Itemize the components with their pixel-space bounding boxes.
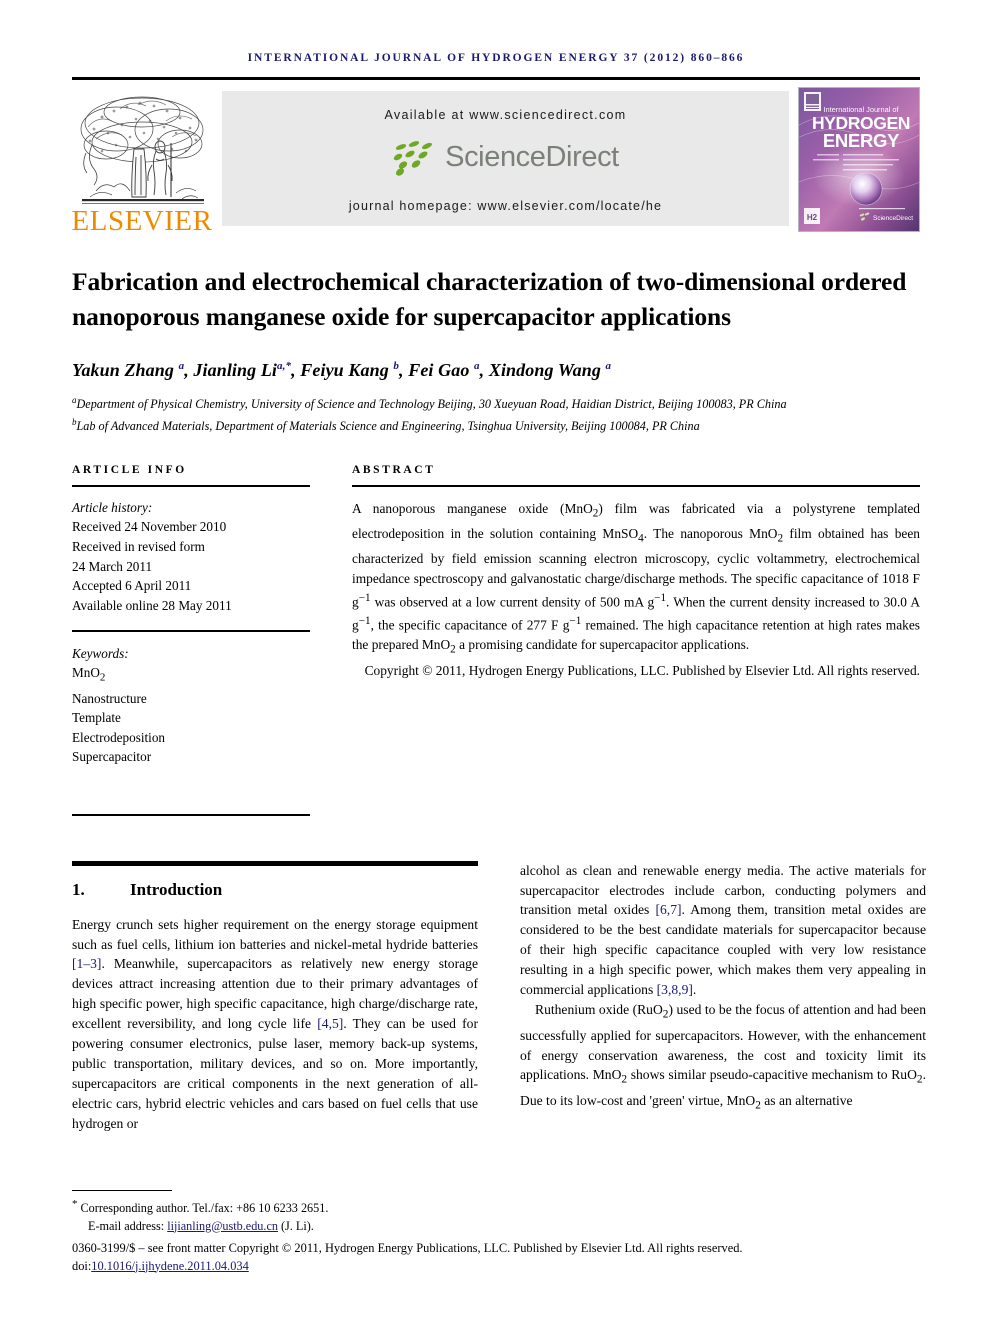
intro-left-text: Energy crunch sets higher requirement on… — [72, 916, 479, 1131]
doi-link[interactable]: 10.1016/j.ijhydene.2011.04.034 — [91, 1259, 249, 1273]
intro-right-paragraph-1: alcohol as clean and renewable energy me… — [520, 862, 927, 998]
footnote-divider — [72, 1189, 172, 1191]
running-head: International Journal of Hydrogen Energy… — [247, 52, 745, 64]
abstract-text: A nanoporous manganese oxide (MnO2) film… — [352, 500, 921, 656]
journal-cover-art: International Journal of HYDROGEN ENERGY… — [799, 88, 919, 231]
elsevier-tree-icon: ELSEVIER — [72, 87, 213, 234]
history-item: Accepted 6 April 2011 — [72, 578, 192, 594]
sciencedirect-leaf-icon — [393, 141, 433, 176]
keyword-item: Supercapacitor — [72, 749, 152, 765]
elsevier-logo: ELSEVIER — [72, 87, 213, 234]
doi-prefix: doi: — [72, 1258, 92, 1273]
svg-text:H2: H2 — [807, 213, 818, 222]
journal-homepage-text: journal homepage: www.elsevier.com/locat… — [348, 199, 663, 213]
section-title: Introduction — [130, 879, 223, 899]
affiliation-a-text: Department of Physical Chemistry, Univer… — [76, 397, 787, 412]
email-link[interactable]: lijianling@ustb.edu.cn — [167, 1219, 278, 1233]
keyword-item: MnO2 — [72, 665, 106, 685]
keywords-list: Keywords: MnO2 Nanostructure Template El… — [72, 644, 310, 767]
section-heading: 1. Introduction — [72, 880, 478, 900]
email-suffix: (J. Li). — [281, 1218, 314, 1233]
journal-article-page: International Journal of Hydrogen Energy… — [0, 0, 992, 1323]
history-item: Received in revised form — [72, 538, 205, 554]
author-list: Yakun Zhang a, Jianling Lia,*, Feiyu Kan… — [72, 360, 612, 380]
corresponding-author-note: * Corresponding author. Tel./fax: +86 10… — [72, 1197, 329, 1215]
history-item: 24 March 2011 — [72, 558, 153, 574]
info-abstract-block: ARTICLE INFO Article history: Received 2… — [72, 464, 920, 816]
history-item: Available online 28 May 2011 — [72, 597, 232, 613]
article-info-heading: ARTICLE INFO — [72, 464, 187, 477]
available-at-text: Available at www.sciencedirect.com — [384, 108, 627, 122]
svg-text:ScienceDirect: ScienceDirect — [873, 215, 913, 222]
affiliation-a: aDepartment of Physical Chemistry, Unive… — [72, 392, 920, 413]
body-column-left: 1. Introduction Energy crunch sets highe… — [72, 860, 479, 1134]
header-divider — [72, 77, 920, 80]
keywords-rule — [72, 630, 310, 632]
masthead: ELSEVIER Available at www.sciencedirect.… — [72, 87, 920, 234]
keyword-item: Electrodeposition — [72, 729, 166, 745]
introduction-section: 1. Introduction Energy crunch sets highe… — [72, 860, 926, 1134]
svg-text:ENERGY: ENERGY — [823, 130, 900, 151]
keyword-item: Nanostructure — [72, 690, 147, 706]
article-history: Article history: Received 24 November 20… — [72, 498, 310, 616]
history-item: Received 24 November 2010 — [72, 519, 227, 535]
issn-copyright-line: 0360-3199/$ – see front matter Copyright… — [72, 1241, 743, 1255]
abstract-copyright: Copyright © 2011, Hydrogen Energy Public… — [364, 662, 920, 678]
article-history-label: Article history: — [72, 499, 153, 515]
sciencedirect-logo: ScienceDirect — [222, 136, 789, 178]
section-number: 1. — [72, 879, 85, 899]
sciencedirect-banner: Available at www.sciencedirect.com Scien… — [222, 91, 789, 226]
abstract-heading: ABSTRACT — [352, 464, 436, 477]
abstract-column: ABSTRACT A nanoporous manganese oxide (M… — [352, 464, 920, 816]
intro-right-paragraph-2: Ruthenium oxide (RuO2) used to be the fo… — [520, 1002, 926, 1112]
abstract-body: A nanoporous manganese oxide (MnO2) film… — [352, 499, 920, 681]
email-label: E-mail address: — [88, 1218, 165, 1233]
affiliation-b: bLab of Advanced Materials, Department o… — [72, 414, 920, 435]
abstract-rule — [352, 485, 920, 487]
body-column-right: alcohol as clean and renewable energy me… — [520, 861, 926, 1134]
email-line: E-mail address: lijianling@ustb.edu.cn (… — [72, 1218, 920, 1236]
doi-line: doi:10.1016/j.ijhydene.2011.04.034 — [72, 1258, 920, 1276]
keywords-label: Keywords: — [72, 645, 129, 661]
section-divider — [72, 860, 478, 866]
page-title: Fabrication and electrochemical characte… — [72, 267, 907, 331]
page-footnote: * Corresponding author. Tel./fax: +86 10… — [72, 1189, 920, 1276]
affiliation-b-text: Lab of Advanced Materials, Department of… — [76, 418, 700, 433]
article-info-column: ARTICLE INFO Article history: Received 2… — [72, 464, 310, 816]
keyword-item: Template — [72, 710, 121, 726]
keywords-bottom-rule — [72, 814, 310, 816]
sciencedirect-wordmark: ScienceDirect — [445, 140, 619, 173]
article-info-rule — [72, 485, 310, 487]
journal-cover-thumbnail: International Journal of HYDROGEN ENERGY… — [798, 87, 920, 232]
svg-text:ELSEVIER: ELSEVIER — [72, 205, 213, 234]
